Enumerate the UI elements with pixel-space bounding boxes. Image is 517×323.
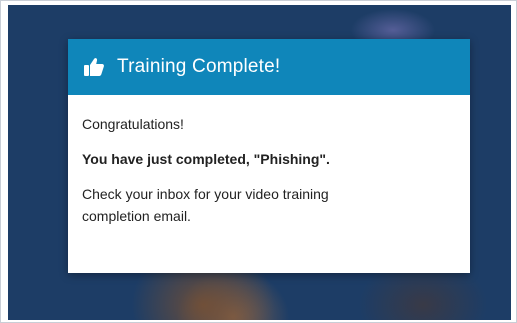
dialog-header: Training Complete!: [68, 39, 470, 95]
thumbs-up-icon: [83, 56, 105, 78]
dialog-body: Congratulations! You have just completed…: [68, 95, 470, 227]
congratulations-text: Congratulations!: [82, 116, 184, 132]
dialog-title: Training Complete!: [117, 56, 281, 77]
completion-message: You have just completed, "Phishing".: [82, 151, 330, 167]
email-message: Check your inbox for your video training…: [82, 186, 329, 224]
screenshot-frame: Training Complete! Congratulations! You …: [0, 0, 517, 323]
training-complete-dialog: Training Complete! Congratulations! You …: [68, 39, 470, 273]
